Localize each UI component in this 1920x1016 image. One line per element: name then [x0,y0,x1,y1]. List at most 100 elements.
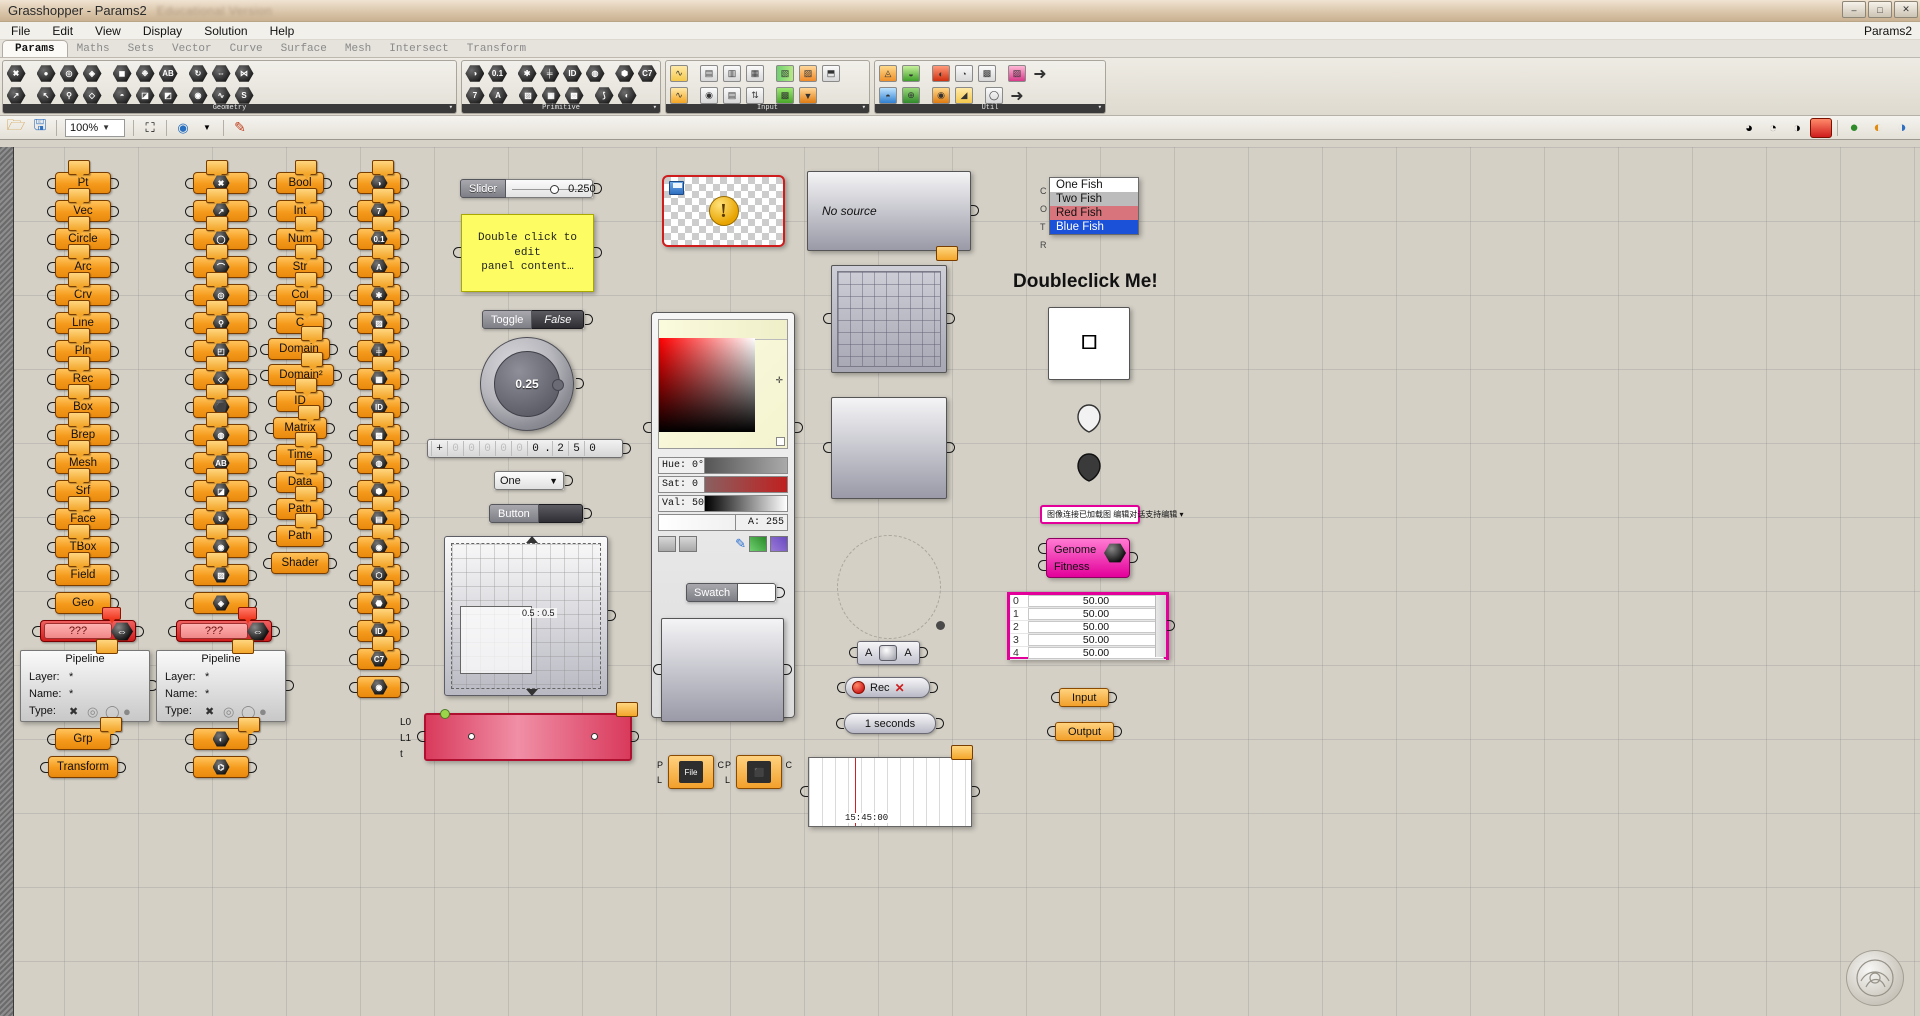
color-resize-handle[interactable] [776,437,785,446]
fish-item-red-fish[interactable]: Red Fish [1050,206,1138,220]
fish-item-one-fish[interactable]: One Fish [1050,178,1138,192]
tab-curve[interactable]: Curve [221,41,272,57]
chevron-down-icon[interactable]: ▼ [102,123,110,132]
param-icon-14[interactable]: ▨ [185,552,257,586]
pipeline-type-curve-icon[interactable]: ◎ [223,704,234,720]
param-icon-16[interactable]: ◐ [185,717,260,750]
record-control[interactable]: Rec ✕ [837,677,938,698]
genome-component[interactable]: Genome Fitness [1038,538,1138,578]
green-sphere-icon[interactable]: ● [1843,118,1865,138]
number-slider[interactable]: Slider 0.250 [460,179,602,198]
util-icon-5[interactable]: ▨ [1006,63,1028,84]
error-component-1[interactable]: ??? ⇔ [32,607,144,642]
pipeline-type-brep-icon[interactable]: ● [259,704,267,719]
color-val-row[interactable]: Val: 50 [658,495,788,512]
digit-dec-2[interactable]: 0 [584,441,600,456]
boolean-toggle[interactable]: Toggle False [482,310,594,329]
tab-vector[interactable]: Vector [163,41,221,57]
open-file-icon[interactable]: 🗁 [5,117,27,138]
angle-dial[interactable] [837,535,945,639]
pipeline-layer-value[interactable]: * [69,671,73,683]
input-icon-12[interactable]: ▼ [797,85,819,106]
orange-sphere-icon[interactable]: ◐ [1867,118,1889,138]
color-sat-row[interactable]: Sat: 0 [658,476,788,493]
save-icon[interactable] [669,181,684,195]
primitive-icon-2[interactable]: ✱ [516,63,538,84]
primitive-icon-1[interactable]: 0.1 [487,63,509,84]
error-component-2[interactable]: ??? ⇔ [168,607,280,642]
preview-eye-icon[interactable]: ◉ [172,118,194,138]
profiler-icon[interactable]: ◕ [1738,118,1760,138]
geometry-icon-16[interactable]: ◩ [157,85,179,106]
digit-3[interactable]: 0 [495,441,511,456]
pad-grid[interactable]: 0.5 : 0.5 [451,536,601,696]
table-row[interactable]: 1 50.00 [1010,608,1166,621]
pipeline-input-tag[interactable] [232,639,254,654]
util-icon-7[interactable]: ◓ [877,85,899,106]
record-dot-icon[interactable] [852,681,865,694]
group-expand-arrow[interactable]: ▾ [1098,104,1102,113]
ab-comparison-control[interactable]: A A [849,641,928,665]
primitive-icon-4[interactable]: ID [562,63,584,84]
pipeline-type-brep-icon[interactable]: ● [123,704,131,719]
util-icon-0[interactable]: ◬ [877,63,899,84]
red-sphere-icon[interactable] [1810,117,1832,138]
pipeline-type-curve-icon[interactable]: ◎ [87,704,98,720]
primitive-icon-0[interactable]: ◑ [464,63,486,84]
hue-slider-bar[interactable] [705,458,787,473]
group-expand-arrow[interactable]: ▾ [653,104,657,113]
swatch-current[interactable] [658,536,676,552]
swatch-purple[interactable] [770,536,788,552]
menu-item-display[interactable]: Display [132,23,193,39]
angle-dial-handle[interactable] [936,621,945,630]
color-alpha-row[interactable]: A: 255 [658,514,788,531]
util-icon-6[interactable]: ➜ [1029,63,1051,84]
geometry-icon-13[interactable]: ◇ [81,85,103,106]
input-icon-4[interactable]: ▧ [774,63,796,84]
param-path-2[interactable]: Path [268,513,332,547]
maximize-button[interactable]: □ [1868,1,1892,18]
menu-item-help[interactable]: Help [259,23,306,39]
image-preview-error-box[interactable]: ! [662,175,785,247]
menu-item-view[interactable]: View [84,23,132,39]
param-field[interactable]: Field [47,552,119,586]
val-slider-bar[interactable] [705,496,787,511]
color-hue-row[interactable]: Hue: 0° [658,457,788,474]
row-value[interactable]: 50.00 [1028,608,1164,620]
color-swatch-component[interactable]: Swatch [686,583,786,602]
input-icon-5[interactable]: ▨ [797,63,819,84]
swatch-previous[interactable] [679,536,697,552]
eyedropper-icon[interactable]: ✎ [735,536,746,552]
value-list-dropdown[interactable]: One ▼ [494,471,573,490]
cluster-icon[interactable]: ◔ [1762,118,1784,138]
text-panel[interactable]: Double click to edit panel content… [453,214,602,292]
util-icon-2[interactable]: ◐ [930,63,952,84]
toggle-value[interactable]: False [532,310,585,329]
param-output[interactable]: Output [1047,722,1123,741]
input-icon-6[interactable]: ⬒ [820,63,842,84]
swatch-color-chip[interactable] [738,583,777,602]
group-expand-arrow[interactable]: ▾ [862,104,866,113]
digit-1[interactable]: 0 [463,441,479,456]
surface-preview-box[interactable] [823,397,955,499]
chevron-down-icon[interactable]: ▼ [549,476,558,486]
save-file-icon[interactable]: 🖫 [29,117,51,138]
grasshopper-canvas[interactable]: Pt Vec Circle Arc Crv Line Pln Rec Box B… [0,147,1920,1016]
geometry-icon-5[interactable]: ❉ [134,63,156,84]
util-icon-11[interactable]: ◯ [983,85,1005,106]
tab-intersect[interactable]: Intersect [380,41,457,57]
file-param-1[interactable]: P L File C [657,755,724,789]
preview-gradient-box[interactable] [653,618,792,722]
input-icon-11[interactable]: ▩ [774,85,796,106]
timer-control[interactable]: 1 seconds [836,713,944,734]
group-expand-arrow[interactable]: ▾ [449,104,453,113]
primitive-icon-14[interactable]: ◐ [616,85,638,106]
primitive-icon-3[interactable]: ╪ [539,63,561,84]
slider-knob[interactable] [550,185,560,194]
input-icon-8[interactable]: ◉ [698,85,720,106]
geometry-icon-15[interactable]: ◪ [134,85,156,106]
util-icon-12[interactable]: ➜ [1006,85,1028,106]
file-param-2[interactable]: P L ⬛ C [725,755,792,789]
menu-item-solution[interactable]: Solution [193,23,258,39]
data-grid[interactable]: 0 50.00 1 50.00 2 50.00 3 50.00 4 50.00 [1007,592,1175,660]
